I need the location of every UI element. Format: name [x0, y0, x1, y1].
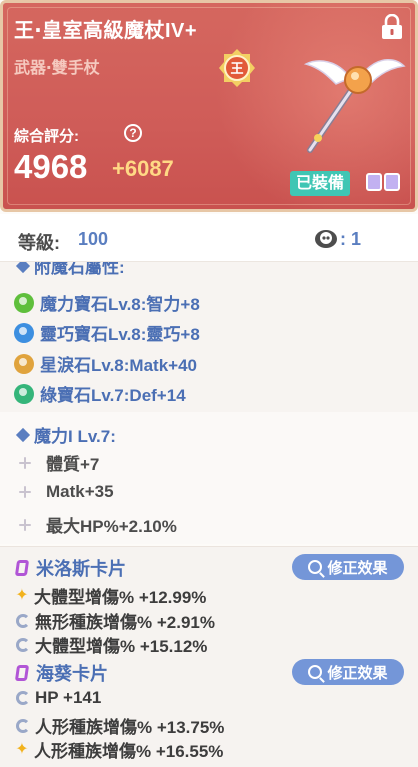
level-value: 100 — [78, 229, 109, 249]
sparkle-icon — [18, 518, 32, 532]
swirl-icon — [16, 718, 30, 733]
staff-weapon-icon — [303, 59, 406, 153]
gem-header-label: 附魔石屬性: — [34, 262, 125, 277]
swirl-icon — [16, 691, 30, 705]
card-name: 米洛斯卡片 — [36, 559, 126, 579]
effect-label: 人形種族增傷% +13.75% — [35, 718, 225, 737]
modify-effect-label: 修正效果 — [327, 664, 388, 682]
card-icon — [14, 665, 30, 681]
effect-label: HP +141 — [35, 688, 102, 707]
item-type: 武器‧雙手杖 — [14, 60, 100, 77]
enchant-item: Matk+35 — [14, 482, 114, 502]
card-effect: HP +141 — [14, 688, 101, 708]
modify-effect-button[interactable]: 修正效果 — [292, 554, 404, 580]
card-header: 海葵卡片 — [14, 660, 108, 686]
card-slot-icon — [366, 173, 382, 191]
sparkle-icon — [18, 485, 32, 499]
effect-label: 無形種族增傷% +2.91% — [35, 613, 215, 632]
star-tear-gem-icon — [14, 353, 34, 374]
lock-icon[interactable] — [380, 14, 404, 40]
card-section: 米洛斯卡片 修正效果 ✦ 大體型增傷% +12.99% 無形種族增傷% +2.9… — [0, 546, 418, 767]
enchant-header: 魔力I Lv.7: — [14, 422, 116, 447]
search-icon — [308, 560, 323, 574]
blue-gem-icon — [14, 322, 34, 343]
gem-item: 魔力寶石Lv.8:智力+8 — [14, 290, 200, 315]
diamond-icon — [15, 427, 31, 442]
score-value: 4968 — [14, 148, 88, 185]
modify-effect-button[interactable]: 修正效果 — [292, 659, 404, 685]
gem-item: 綠寶石Lv.7:Def+14 — [14, 381, 186, 406]
effect-label: 大體型增傷% +12.99% — [34, 588, 207, 607]
enchant-section: 魔力I Lv.7: 體質+7 Matk+35 最大HP%+2.10% — [0, 412, 418, 544]
score-bonus: +6087 — [112, 156, 174, 181]
equipped-badge: 已裝備 — [290, 171, 351, 196]
card-header: 米洛斯卡片 — [14, 555, 126, 581]
star-icon: ✦ — [15, 586, 29, 604]
gem-section: 附魔石屬性: 魔力寶石Lv.8:智力+8 靈巧寶石Lv.8:靈巧+8 星淚石Lv… — [0, 262, 418, 412]
gem-item: 靈巧寶石Lv.8:靈巧+8 — [14, 320, 200, 345]
enchant-label: Matk+35 — [46, 482, 114, 501]
enchant-item: 最大HP%+2.10% — [14, 512, 177, 537]
search-icon — [308, 665, 323, 679]
effect-label: 大體型增傷% +15.12% — [35, 637, 208, 656]
card-effect: 無形種族增傷% +2.91% — [14, 608, 215, 633]
emerald-gem-icon — [14, 383, 34, 404]
card-effect: 大體型增傷% +15.12% — [14, 632, 207, 657]
score-label: 綜合評分: — [14, 128, 79, 145]
refine-icon — [315, 230, 337, 248]
card-effect: ✦ 大體型增傷% +12.99% — [14, 583, 206, 608]
swirl-icon — [16, 613, 30, 628]
gem-label: 星淚石Lv.8:Matk+40 — [40, 356, 197, 375]
diamond-icon — [15, 262, 31, 273]
enchant-header-label: 魔力I Lv.7: — [34, 427, 116, 446]
enchant-item: 體質+7 — [14, 450, 99, 475]
swirl-icon — [16, 637, 30, 652]
modify-effect-label: 修正效果 — [327, 559, 388, 577]
level-label: 等級: — [18, 233, 60, 253]
card-icon — [14, 560, 30, 576]
rank-badge-icon: 王 — [219, 49, 255, 87]
gem-label: 靈巧寶石Lv.8:靈巧+8 — [40, 325, 200, 344]
card-effect: 人形種族增傷% +13.75% — [14, 713, 224, 738]
gem-label: 魔力寶石Lv.8:智力+8 — [40, 295, 200, 314]
item-name: 王‧皇室高級魔杖IV+ — [14, 20, 198, 42]
card-effect: ✦ 人形種族增傷% +16.55% — [14, 737, 223, 762]
enchant-label: 體質+7 — [46, 455, 100, 474]
gem-label: 綠寶石Lv.7:Def+14 — [40, 386, 186, 405]
rank-badge-label: 王 — [230, 62, 243, 77]
green-gem-icon — [14, 292, 34, 313]
gem-item: 星淚石Lv.8:Matk+40 — [14, 351, 197, 376]
refine-value: : 1 — [340, 229, 362, 249]
sparkle-icon — [18, 456, 32, 470]
effect-label: 人形種族增傷% +16.55% — [34, 742, 224, 761]
gem-header: 附魔石屬性: — [14, 262, 125, 278]
enchant-label: 最大HP%+2.10% — [46, 517, 177, 536]
help-icon[interactable]: ? — [124, 124, 142, 142]
card-name: 海葵卡片 — [36, 664, 108, 684]
star-icon: ✦ — [15, 740, 29, 758]
card-slot-icon — [384, 173, 400, 191]
